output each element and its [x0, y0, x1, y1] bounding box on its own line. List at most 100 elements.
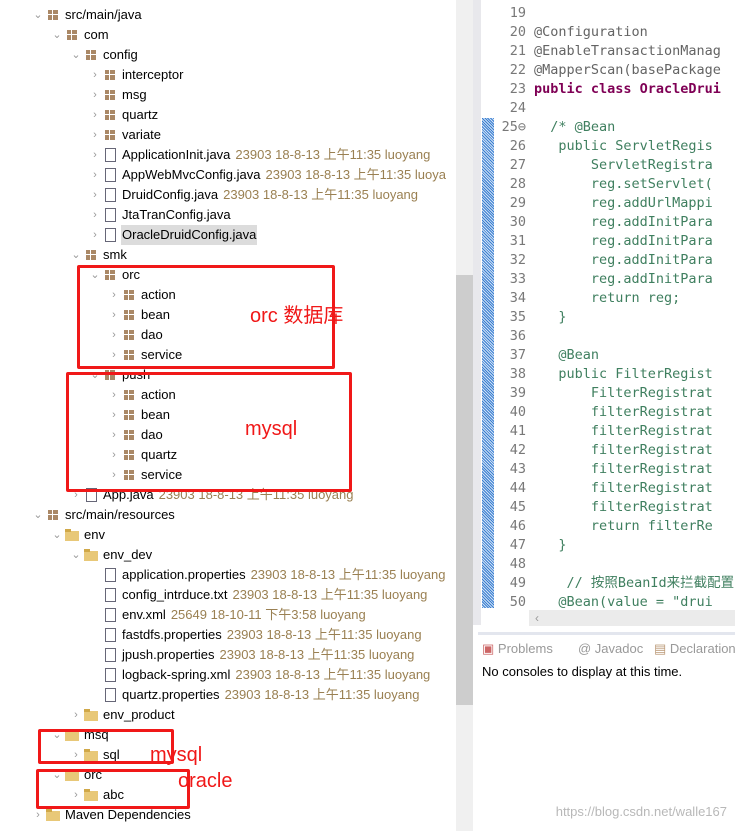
tree-item-label: JtaTranConfig.java [122, 207, 231, 222]
code-text: reg.setServlet( [534, 176, 713, 192]
file-decoration: 23903 18-8-13 上午11:35 luoyang [224, 687, 420, 702]
code-text: } [534, 309, 567, 325]
code-text: return reg; [534, 290, 681, 306]
code-line: 28 reg.setServlet( [494, 175, 713, 194]
chevron-down-icon[interactable]: ⌄ [50, 525, 64, 545]
line-number: 29 [509, 195, 526, 211]
code-text: filterRegistrat [534, 461, 713, 477]
tree-item[interactable]: › DruidConfig.java 23903 18-8-13 上午11:35 l… [88, 185, 418, 205]
tree-item[interactable]: › env_product [69, 705, 176, 725]
tree-item[interactable]: › JtaTranConfig.java [88, 205, 232, 225]
tree-item[interactable]: quartz.properties 23903 18-8-13 上午11:35 l… [88, 685, 419, 705]
scroll-left-icon[interactable]: ‹ [535, 611, 539, 625]
tree-item[interactable]: jpush.properties 23903 18-8-13 上午11:35 lu… [88, 645, 414, 665]
tree-item-label: src/main/resources [65, 507, 175, 522]
chevron-right-icon[interactable]: › [88, 225, 102, 245]
chevron-right-icon[interactable]: › [88, 125, 102, 145]
chevron-right-icon[interactable]: › [88, 85, 102, 105]
tab-problems[interactable]: ▣ Problems [482, 641, 553, 657]
tree-item[interactable]: › msg [88, 85, 148, 105]
tree-item[interactable]: ⌄ src/main/java [31, 5, 143, 25]
vertical-scrollbar[interactable] [456, 0, 473, 831]
tree-item-label: quartz [122, 107, 159, 122]
code-line: 31 reg.addInitPara [494, 232, 713, 251]
package-icon [102, 108, 118, 122]
annotation-label: orc 数据库 [250, 305, 344, 327]
chevron-down-icon[interactable]: ⌄ [69, 45, 83, 65]
code-line: 19 [494, 4, 534, 23]
chevron-down-icon[interactable]: ⌄ [31, 5, 45, 25]
chevron-right-icon[interactable]: › [88, 105, 102, 125]
tree-item[interactable]: › ApplicationInit.java 23903 18-8-13 上午11:… [88, 145, 430, 165]
chevron-right-icon[interactable]: › [88, 165, 102, 185]
code-text: reg.addInitPara [534, 252, 713, 268]
chevron-down-icon[interactable]: ⌄ [69, 545, 83, 565]
tree-item[interactable]: logback-spring.xml 23903 18-8-13 上午11:35 … [88, 665, 430, 685]
code-line: 46 return filterRe [494, 517, 713, 536]
line-number: 47 [509, 537, 526, 553]
line-number: 26 [509, 138, 526, 154]
code-line: 30 reg.addInitPara [494, 213, 713, 232]
package-icon [102, 88, 118, 102]
code-text: filterRegistrat [534, 480, 713, 496]
tree-item[interactable]: ⌄ com [50, 25, 110, 45]
tab-declaration[interactable]: ▤ Declaration [654, 641, 735, 657]
code-line: 49 // 按照BeanId来拦截配置 [494, 574, 734, 593]
chevron-right-icon[interactable]: › [88, 65, 102, 85]
code-text: @Bean [534, 347, 600, 363]
annotation-box-push [66, 372, 352, 492]
tree-item[interactable]: application.properties 23903 18-8-13 上午11… [88, 565, 445, 585]
scrollbar-thumb[interactable] [456, 275, 473, 705]
code-line: 40 filterRegistrat [494, 403, 713, 422]
tree-item[interactable]: › AppWebMvcConfig.java 23903 18-8-13 上午11:… [88, 165, 446, 185]
tree-item[interactable]: ⌄ config [69, 45, 139, 65]
tree-item[interactable]: › interceptor [88, 65, 184, 85]
declaration-icon: ▤ [654, 641, 670, 656]
code-line: 20 @Configuration [494, 23, 648, 42]
tree-item[interactable]: ⌄ env [50, 525, 106, 545]
tree-item-label: env.xml [122, 607, 166, 622]
code-text: } [534, 537, 567, 553]
tree-item[interactable]: › OracleDruidConfig.java [88, 225, 258, 245]
tree-item[interactable]: fastdfs.properties 23903 18-8-13 上午11:35 … [88, 625, 422, 645]
bottom-panel: ▣ Problems @ Javadoc ▤ Declaration No co… [478, 632, 735, 831]
tree-item[interactable]: › quartz [88, 105, 159, 125]
chevron-down-icon[interactable]: ⌄ [31, 505, 45, 525]
line-number: 32 [509, 252, 526, 268]
horizontal-scrollbar[interactable]: ‹ [529, 610, 735, 626]
chevron-down-icon[interactable]: ⌄ [69, 245, 83, 265]
chevron-right-icon[interactable]: › [88, 145, 102, 165]
package-icon [64, 28, 80, 42]
code-line: 43 filterRegistrat [494, 460, 713, 479]
chevron-right-icon[interactable]: › [88, 185, 102, 205]
chevron-down-icon[interactable]: ⌄ [50, 25, 64, 45]
tree-item-label: env [84, 527, 105, 542]
file-decoration: 23903 18-8-13 上午11:35 luoyang [219, 647, 415, 662]
code-text: return filterRe [534, 518, 713, 534]
code-text: FilterRegistrat [534, 385, 713, 401]
tab-javadoc[interactable]: @ Javadoc [578, 641, 643, 656]
line-number: 33 [509, 271, 526, 287]
line-number: 20 [509, 24, 526, 40]
tree-item[interactable]: env.xml 25649 18-10-11 下午3:58 luoyang [88, 605, 366, 625]
code-line: 27 ServletRegistra [494, 156, 713, 175]
tree-item[interactable]: ⌄ smk [69, 245, 128, 265]
code-line: 41 filterRegistrat [494, 422, 713, 441]
line-number: 35 [509, 309, 526, 325]
tree-item[interactable]: ⌄ env_dev [69, 545, 153, 565]
tree-item-label: com [84, 27, 109, 42]
tree-item-label: smk [103, 247, 127, 262]
tree-item[interactable]: ⌄ src/main/resources [31, 505, 176, 525]
chevron-right-icon[interactable]: › [88, 205, 102, 225]
tree-item-label: application.properties [122, 567, 246, 582]
annotation-box-orc-res [36, 769, 190, 809]
chevron-right-icon[interactable]: › [69, 705, 83, 725]
tree-item[interactable]: config_intrduce.txt 23903 18-8-13 上午11:35… [88, 585, 427, 605]
tree-item-label: AppWebMvcConfig.java [122, 167, 261, 182]
line-number: 42 [509, 442, 526, 458]
change-ruler [482, 118, 494, 608]
tree-item[interactable]: › variate [88, 125, 162, 145]
file-decoration: 23903 18-8-13 上午11:35 luoyang [223, 187, 419, 202]
package-icon [102, 68, 118, 82]
code-line: 48 [494, 555, 534, 574]
